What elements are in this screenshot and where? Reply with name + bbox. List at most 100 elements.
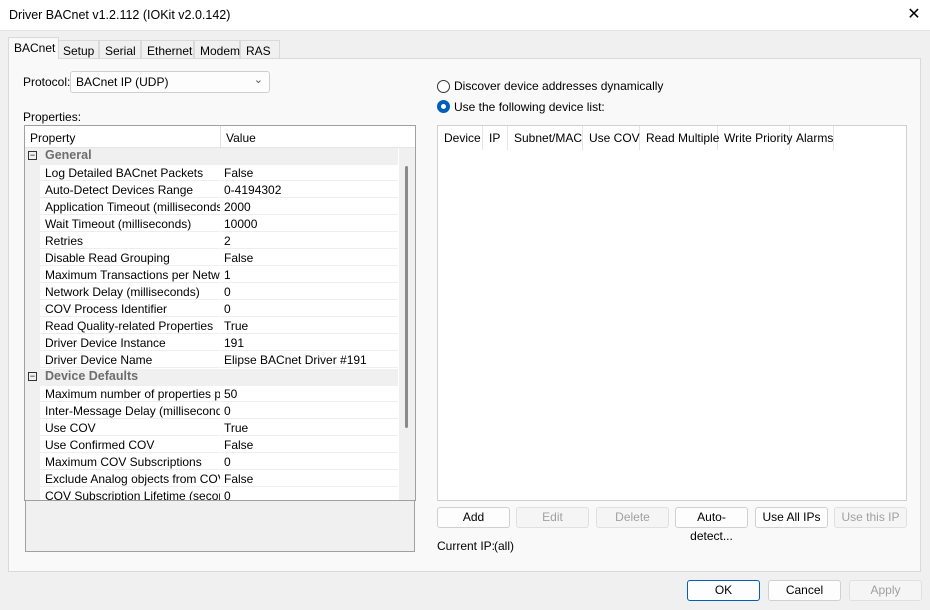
property-name: Use COV [40, 420, 220, 436]
auto-detect-button[interactable]: Auto-detect... [675, 507, 748, 543]
column-header[interactable]: Alarms [790, 126, 834, 150]
header-value: Value [226, 131, 256, 145]
property-value[interactable]: 0 [221, 301, 398, 317]
property-row[interactable]: Disable Read Grouping False [25, 250, 398, 267]
property-value[interactable]: 2 [221, 233, 398, 249]
tab-modem[interactable]: Modem [194, 40, 240, 59]
tab-serial[interactable]: Serial [99, 40, 141, 59]
category-name: General [45, 148, 92, 162]
property-row[interactable]: Maximum number of properties per...50 [25, 386, 398, 403]
property-name: Application Timeout (milliseconds) [40, 199, 220, 215]
current-ip-label: Current IP: [437, 539, 496, 553]
property-row[interactable]: Network Delay (milliseconds) 0 [25, 284, 398, 301]
column-header[interactable]: IP [483, 126, 508, 150]
property-value[interactable]: 10000 [221, 216, 398, 232]
property-row[interactable]: Use COV True [25, 420, 398, 437]
category-row[interactable]: − General [25, 148, 398, 165]
property-row[interactable]: Maximum Transactions per Network 1 [25, 267, 398, 284]
apply-button[interactable]: Apply [849, 580, 922, 601]
property-row[interactable]: Exclude Analog objects from COV False [25, 471, 398, 488]
protocol-label: Protocol: [23, 75, 71, 89]
property-row[interactable]: Read Quality-related Properties True [25, 318, 398, 335]
property-value[interactable]: 1 [221, 267, 398, 283]
property-row[interactable]: Maximum COV Subscriptions 0 [25, 454, 398, 471]
property-row[interactable]: COV Process Identifier 0 [25, 301, 398, 318]
property-name: Auto-Detect Devices Range [40, 182, 220, 198]
current-ip-value: (all) [494, 539, 514, 553]
property-value[interactable]: 2000 [221, 199, 398, 215]
property-row[interactable]: Application Timeout (milliseconds) 2000 [25, 199, 398, 216]
property-value[interactable]: False [221, 165, 398, 181]
property-name: Wait Timeout (milliseconds) [40, 216, 220, 232]
property-name: Exclude Analog objects from COV [40, 471, 220, 487]
scrollbar-thumb[interactable] [405, 166, 408, 428]
property-value[interactable]: False [221, 250, 398, 266]
edit-button[interactable]: Edit [516, 507, 589, 528]
property-description-box [25, 500, 415, 552]
column-header[interactable]: Use COV [583, 126, 640, 150]
property-value[interactable]: False [221, 471, 398, 487]
property-value[interactable]: 0 [221, 454, 398, 470]
property-value[interactable]: Elipse BACnet Driver #191 [221, 352, 398, 368]
property-name: Inter-Message Delay (milliseconds) [40, 403, 220, 419]
tab-bacnet[interactable]: BACnet [8, 37, 59, 59]
property-row[interactable]: Use Confirmed COV False [25, 437, 398, 454]
delete-button[interactable]: Delete [596, 507, 669, 528]
property-value[interactable]: 50 [221, 386, 398, 402]
property-row[interactable]: Wait Timeout (milliseconds) 10000 [25, 216, 398, 233]
property-row[interactable]: Auto-Detect Devices Range 0-4194302 [25, 182, 398, 199]
property-name: Maximum number of properties per... [40, 386, 220, 402]
properties-label: Properties: [23, 110, 82, 124]
header-property: Property [30, 131, 76, 145]
property-name: Maximum Transactions per Network [40, 267, 220, 283]
radio-use-device-list[interactable] [437, 100, 450, 113]
device-list[interactable]: Device IP Subnet/MAC Use COV Read Multiple Wr… [437, 125, 907, 501]
add-button[interactable]: Add [437, 507, 510, 528]
category-name: Device Defaults [45, 369, 139, 383]
column-header[interactable]: Write Priority [718, 126, 792, 150]
property-row[interactable]: Inter-Message Delay (milliseconds) 0 [25, 403, 398, 420]
category-row[interactable]: − Device Defaults [25, 369, 398, 386]
property-value[interactable]: True [221, 318, 398, 334]
property-value[interactable]: 0-4194302 [221, 182, 398, 198]
property-value[interactable]: 0 [221, 403, 398, 419]
property-value[interactable]: True [221, 420, 398, 436]
property-value[interactable]: 0 [221, 284, 398, 300]
vertical-scrollbar[interactable] [399, 148, 415, 500]
tab-ethernet[interactable]: Ethernet [141, 40, 194, 59]
tab-ras[interactable]: RAS [240, 40, 280, 59]
tab-setup[interactable]: Setup [57, 40, 99, 59]
property-value[interactable]: False [221, 437, 398, 453]
property-name: Use Confirmed COV [40, 437, 220, 453]
column-header[interactable]: Device [438, 126, 483, 150]
protocol-select[interactable]: BACnet IP (UDP) ⌄ [70, 71, 270, 93]
use-all-ips-button[interactable]: Use All IPs [755, 507, 828, 528]
radio-discover-dynamically[interactable] [437, 80, 450, 93]
property-row[interactable]: Driver Device Instance 191 [25, 335, 398, 352]
column-header[interactable]: Read Multiple [640, 126, 719, 150]
cancel-button[interactable]: Cancel [768, 580, 841, 601]
property-row[interactable]: Driver Device Name Elipse BACnet Driver #… [25, 352, 398, 369]
use-this-ip-button[interactable]: Use this IP [834, 507, 907, 528]
property-grid[interactable]: Property Value − General Log Detailed BACn… [24, 125, 416, 501]
property-name: Read Quality-related Properties [40, 318, 220, 334]
property-name: Retries [40, 233, 220, 249]
collapse-icon[interactable]: − [28, 151, 37, 160]
use-device-list-label: Use the following device list: [454, 100, 605, 114]
property-name: Driver Device Instance [40, 335, 220, 351]
close-icon[interactable]: ✕ [900, 3, 928, 27]
property-row[interactable]: Retries 2 [25, 233, 398, 250]
column-header[interactable]: Subnet/MAC [508, 126, 583, 150]
discover-dynamically-label: Discover device addresses dynamically [454, 79, 664, 93]
ok-button[interactable]: OK [687, 580, 760, 601]
property-name: Log Detailed BACnet Packets [40, 165, 220, 181]
property-value[interactable]: 191 [221, 335, 398, 351]
property-row[interactable]: Log Detailed BACnet Packets False [25, 165, 398, 182]
title-bar: Driver BACnet v1.2.112 (IOKit v2.0.142) … [0, 0, 930, 31]
property-name: Disable Read Grouping [40, 250, 220, 266]
protocol-value: BACnet IP (UDP) [76, 75, 169, 89]
property-name: Driver Device Name [40, 352, 220, 368]
property-name: COV Process Identifier [40, 301, 220, 317]
collapse-icon[interactable]: − [28, 372, 37, 381]
property-name: Maximum COV Subscriptions [40, 454, 220, 470]
